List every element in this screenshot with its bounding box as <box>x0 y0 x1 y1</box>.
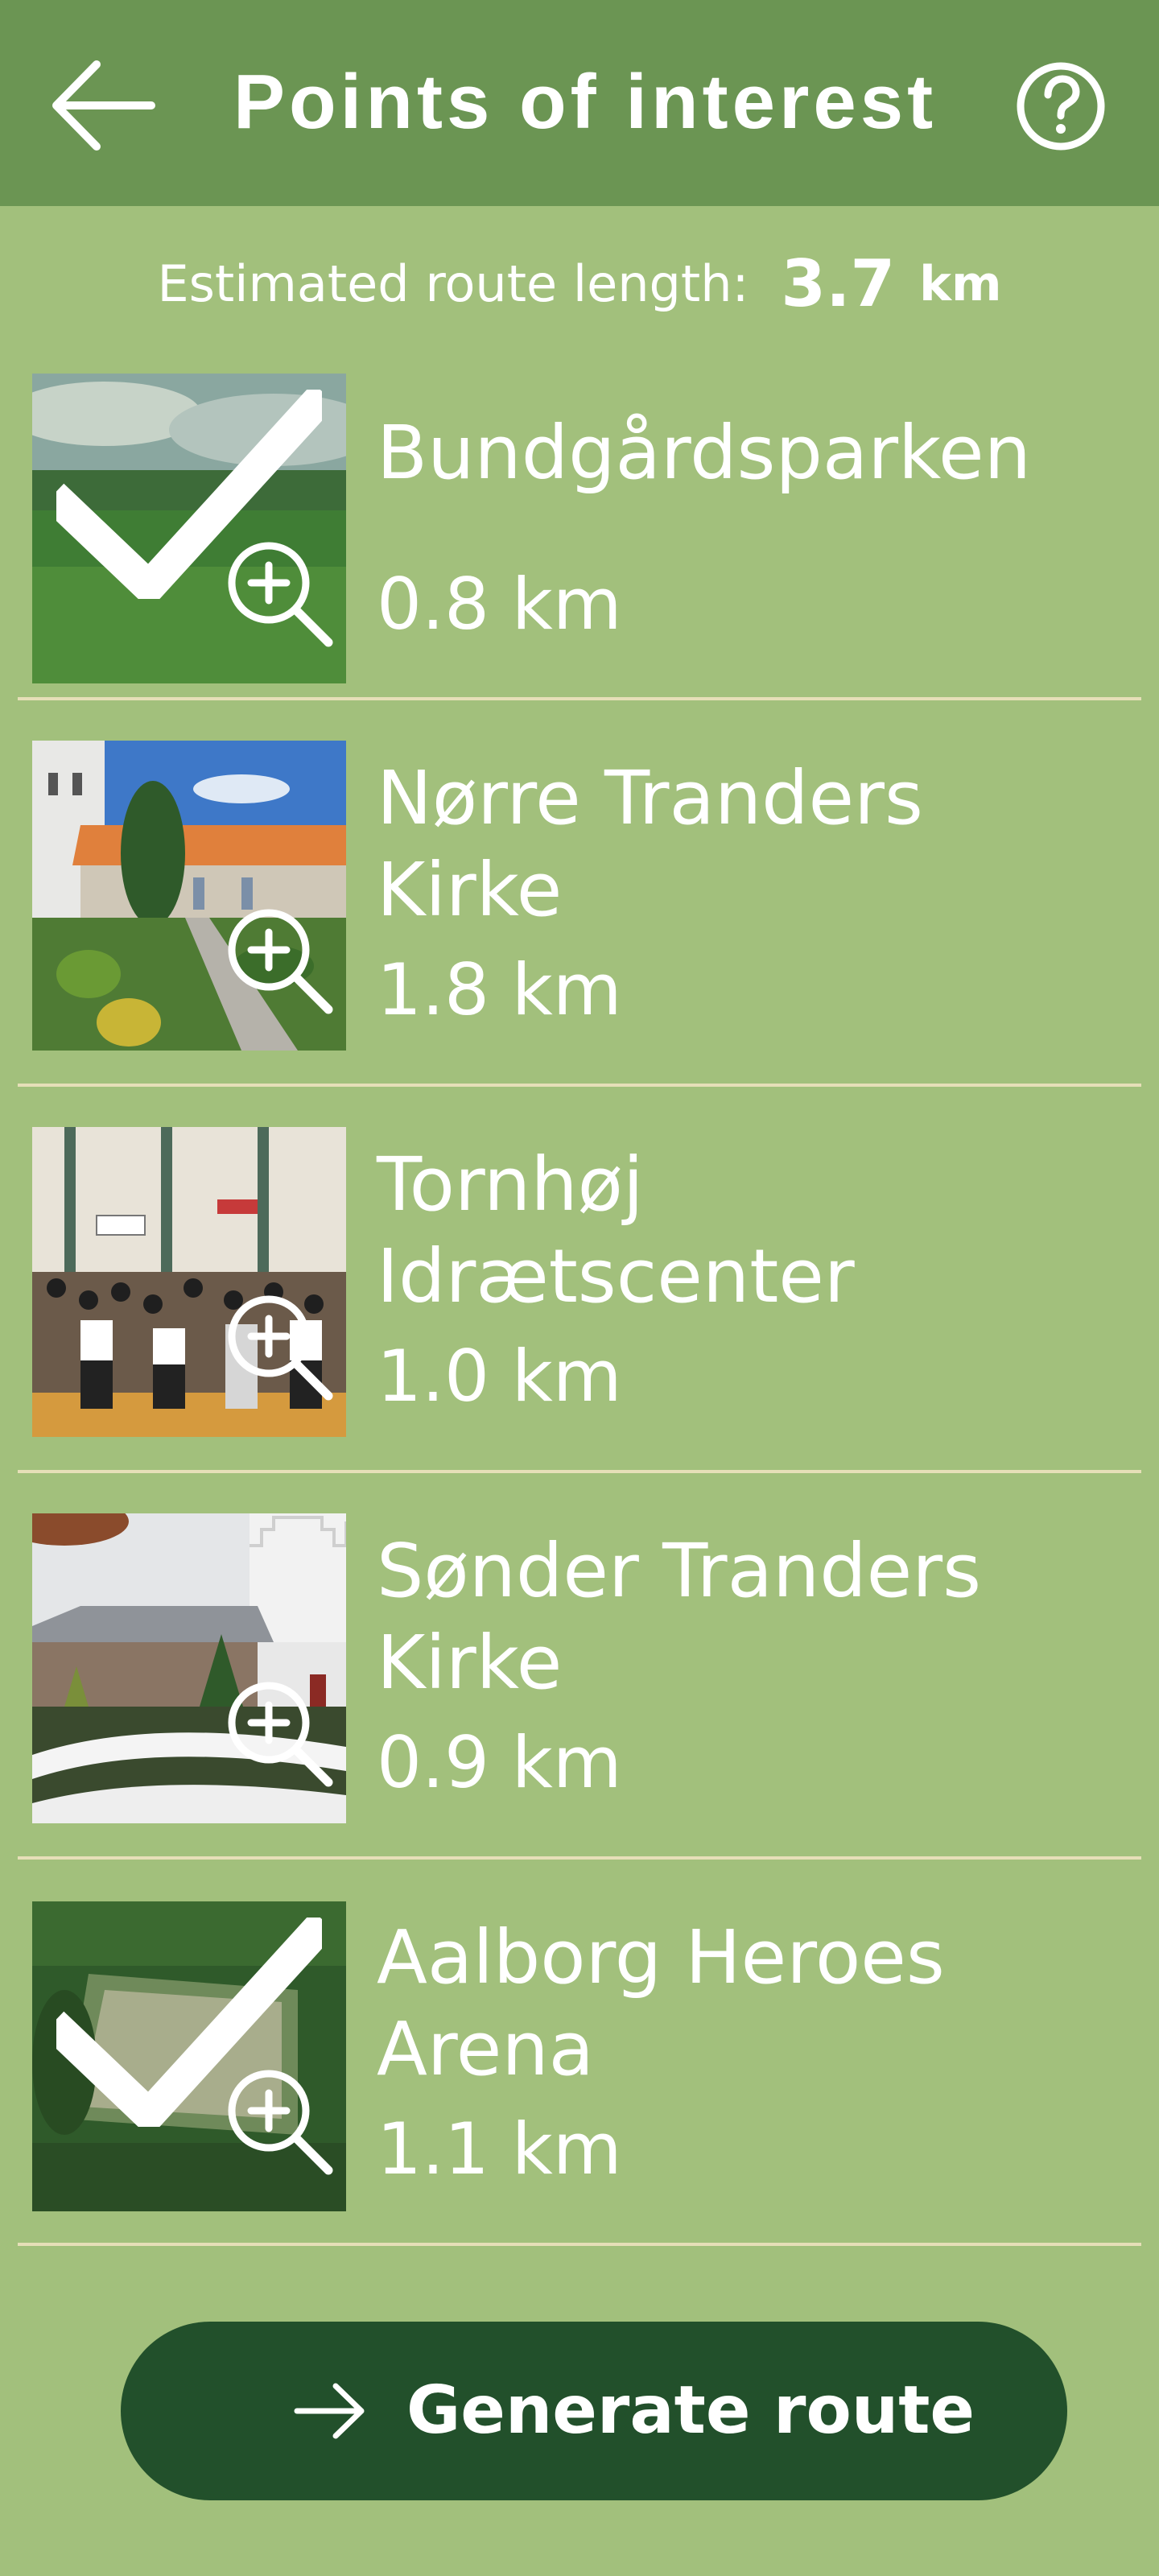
divider <box>18 697 1141 700</box>
poi-name: Tornhøj Idrætscenter <box>377 1141 855 1319</box>
zoom-in-icon[interactable] <box>224 1678 336 1790</box>
divider <box>18 1470 1141 1473</box>
divider <box>18 1856 1141 1860</box>
poi-item-bundgardsparken[interactable]: Bundgårdsparken 0.8 km <box>0 354 1159 741</box>
generate-route-label: Generate route <box>406 2372 975 2449</box>
poi-distance: 0.8 km <box>377 563 622 646</box>
poi-thumbnail[interactable] <box>32 374 346 683</box>
poi-distance: 1.1 km <box>377 2107 622 2190</box>
zoom-in-icon[interactable] <box>224 538 336 650</box>
poi-item-sonder-tranders-kirke[interactable]: Sønder Tranders Kirke 0.9 km <box>0 1481 1159 1868</box>
poi-distance: 0.9 km <box>377 1721 622 1804</box>
help-button[interactable] <box>1013 58 1109 155</box>
generate-route-button[interactable]: Generate route <box>121 2322 1067 2500</box>
question-circle-icon <box>1017 62 1105 151</box>
route-length-unit: km <box>919 255 1002 312</box>
poi-name: Aalborg Heroes Arena <box>377 1914 945 2092</box>
zoom-in-icon[interactable] <box>224 1291 336 1404</box>
poi-item-aalborg-heroes-arena[interactable]: Aalborg Heroes Arena 1.1 km <box>0 1868 1159 2254</box>
divider <box>18 1084 1141 1087</box>
route-length-summary: Estimated route length: 3.7 km <box>0 246 1159 335</box>
arrow-right-icon <box>294 2383 365 2439</box>
poi-thumbnail[interactable] <box>32 1127 346 1437</box>
zoom-in-icon[interactable] <box>224 2066 336 2178</box>
poi-name: Bundgårdsparken <box>377 410 1031 496</box>
poi-name: Sønder Tranders Kirke <box>377 1528 982 1706</box>
poi-distance: 1.8 km <box>377 948 622 1031</box>
divider <box>18 2243 1141 2246</box>
app-header: Points of interest <box>0 0 1159 206</box>
poi-name: Nørre Tranders Kirke <box>377 755 923 933</box>
zoom-in-icon[interactable] <box>224 905 336 1018</box>
poi-item-norre-tranders-kirke[interactable]: Nørre Tranders Kirke 1.8 km <box>0 708 1159 1095</box>
back-button[interactable] <box>47 53 159 158</box>
route-length-label: Estimated route length: <box>157 254 749 313</box>
poi-item-tornhoj-idraetscenter[interactable]: Tornhøj Idrætscenter 1.0 km <box>0 1095 1159 1481</box>
poi-thumbnail[interactable] <box>32 741 346 1051</box>
poi-thumbnail[interactable] <box>32 1513 346 1823</box>
page-title: Points of interest <box>233 59 938 145</box>
arrow-left-icon <box>52 60 155 151</box>
poi-distance: 1.0 km <box>377 1335 622 1418</box>
route-length-value: 3.7 <box>781 246 896 321</box>
poi-thumbnail[interactable] <box>32 1901 346 2211</box>
